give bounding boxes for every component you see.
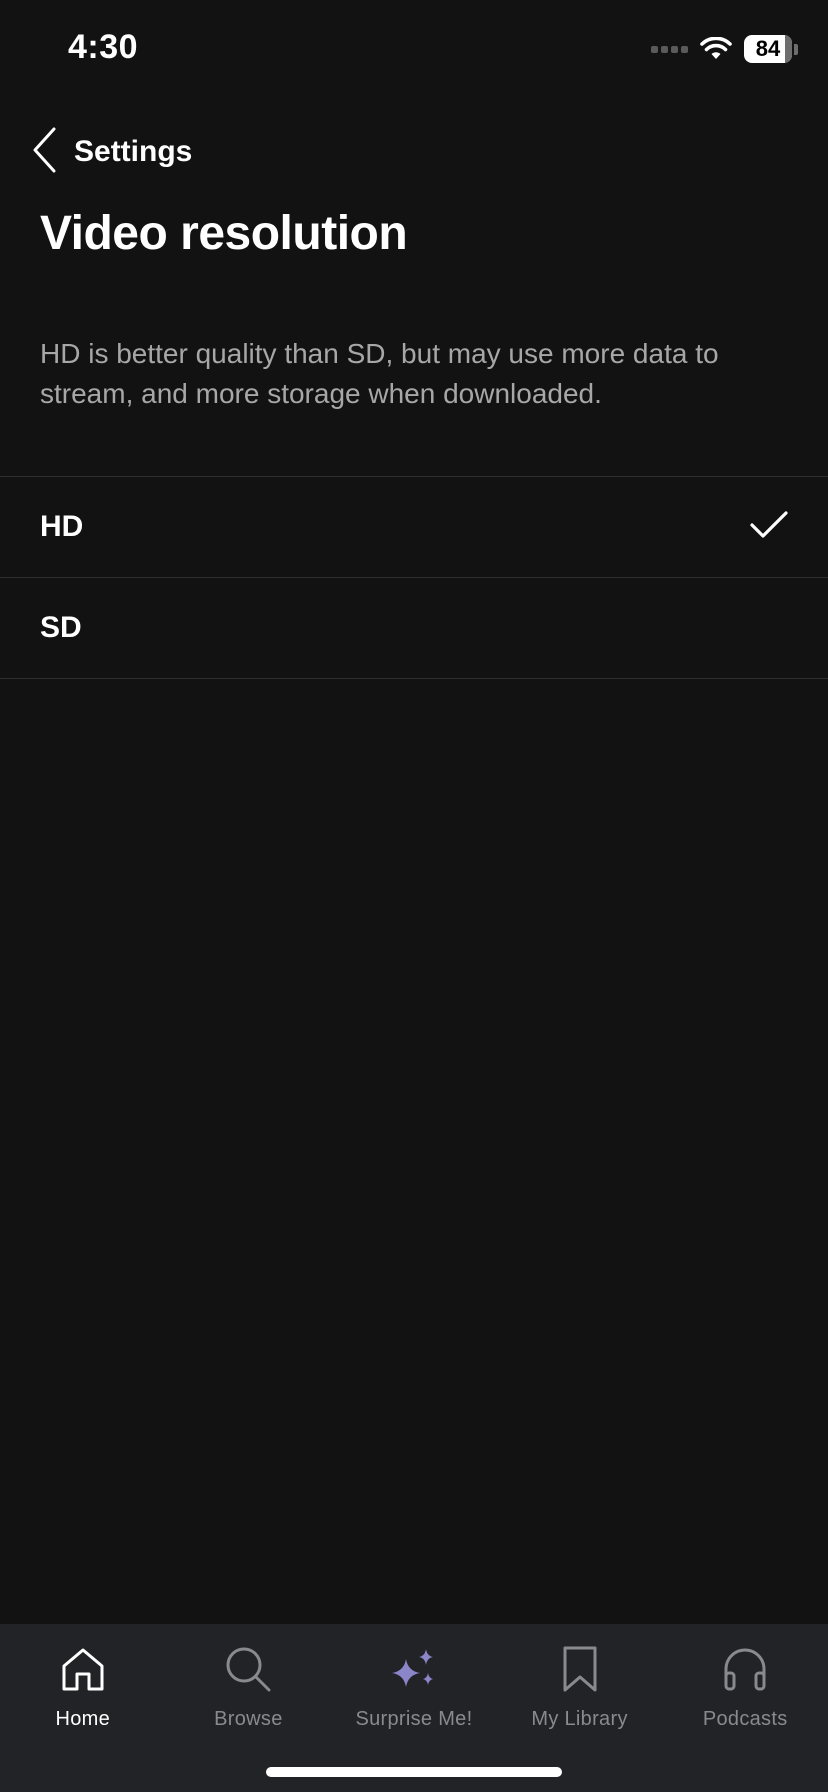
chevron-left-icon — [32, 127, 58, 178]
tab-my-library[interactable]: My Library — [497, 1644, 663, 1744]
option-sd[interactable]: SD — [0, 578, 828, 679]
back-button-label: Settings — [74, 135, 193, 168]
battery-icon: 84 — [744, 35, 798, 63]
back-button[interactable]: Settings — [32, 127, 193, 178]
page-title: Video resolution — [40, 207, 408, 260]
home-icon — [59, 1644, 107, 1694]
headphones-icon — [721, 1644, 769, 1694]
tab-label: My Library — [531, 1708, 628, 1730]
option-hd[interactable]: HD — [0, 477, 828, 578]
checkmark-icon — [750, 510, 788, 545]
resolution-options: HD SD — [0, 476, 828, 679]
sparkle-icon — [390, 1644, 438, 1694]
bookmark-icon — [560, 1644, 600, 1694]
tab-surprise-me[interactable]: Surprise Me! — [331, 1644, 497, 1744]
wifi-icon — [700, 37, 732, 61]
status-indicators: 84 — [651, 34, 798, 64]
cellular-signal-icon — [651, 45, 688, 53]
tab-browse[interactable]: Browse — [166, 1644, 332, 1744]
battery-level: 84 — [755, 36, 781, 61]
tab-label: Browse — [214, 1708, 283, 1730]
search-icon — [224, 1644, 272, 1694]
status-time: 4:30 — [68, 28, 139, 66]
status-bar: 4:30 84 — [0, 0, 828, 100]
tab-home[interactable]: Home — [0, 1644, 166, 1744]
option-label: HD — [40, 510, 84, 543]
tab-label: Podcasts — [702, 1708, 788, 1730]
home-indicator — [266, 1767, 562, 1777]
tab-label: Surprise Me! — [355, 1708, 473, 1730]
tab-podcasts[interactable]: Podcasts — [662, 1644, 828, 1744]
tab-label: Home — [55, 1708, 111, 1730]
option-label: SD — [40, 611, 82, 644]
tab-bar: Home Browse Surprise Me! My Library Podc… — [0, 1624, 828, 1792]
resolution-description: HD is better quality than SD, but may us… — [40, 338, 719, 409]
